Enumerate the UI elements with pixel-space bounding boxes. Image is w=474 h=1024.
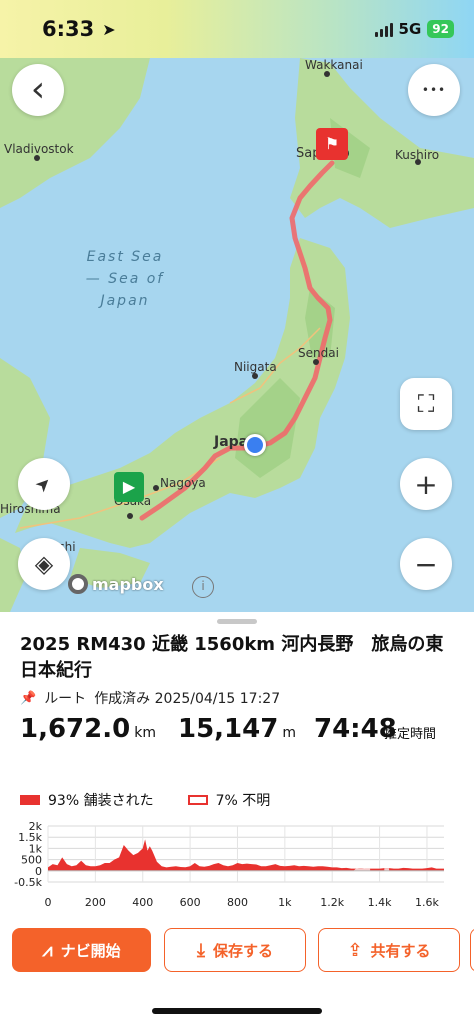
status-time: 6:33 [42,17,95,41]
sea-label-line: Japan [100,293,150,309]
location-arrow-icon: ➤ [102,19,116,39]
route-meta: 📌 ルート 作成済み 2025/04/15 17:27 [20,688,280,708]
legend-unknown-label: 7% 不明 [215,793,271,809]
mapbox-icon [68,574,88,594]
route-created: 作成済み 2025/04/15 17:27 [94,691,281,707]
minus-icon: − [414,547,438,581]
back-button[interactable]: ‹ [12,64,64,116]
y-tick-label: -0.5k [14,876,42,889]
pin-icon: 📌 [20,690,37,706]
fullscreen-button[interactable]: ⛶ [400,378,452,430]
map-label-kushiro: Kushiro [395,148,440,162]
map-label-wakkanai: Wakkanai [305,58,363,72]
start-flag-icon[interactable]: ▶ [114,472,144,502]
legend-paved: 93% 舗装された [20,790,154,810]
x-tick-label: 200 [85,896,106,909]
legend-unknown: 7% 不明 [187,790,271,810]
battery-icon: 92 [427,20,454,38]
download-icon: ⤓ [197,939,205,961]
navigation-arrow-icon: ➤ [31,471,57,497]
end-flag-icon[interactable]: ⚑ [316,128,348,160]
home-indicator [152,1008,322,1014]
route-map[interactable]: Wakkanai Sapporo Kushiro Vladivostok Nii… [0,58,474,612]
layers-button[interactable]: ◈ [18,538,70,590]
more-button[interactable]: ••• [408,64,460,116]
elevation-area [48,839,444,871]
fullscreen-icon: ⛶ [417,390,435,418]
map-label-vladivostok: Vladivostok [4,142,74,156]
ellipsis-icon: ••• [421,83,447,97]
action-bar: ⩘ ナビ開始 ⤓ 保存する ⇪ 共有する [12,928,474,972]
save-label: 保存する [212,941,273,960]
sea-label: East Sea — Sea of Japan [60,246,190,312]
layers-icon: ◈ [34,550,54,578]
map-label-sendai: Sendai [298,346,339,360]
x-tick-label: 400 [132,896,153,909]
sheet-grabber[interactable] [217,619,257,624]
share-label: 共有する [370,941,431,960]
start-navigation-label: ナビ開始 [60,941,121,960]
status-indicators: 5G 92 [374,20,454,38]
zoom-out-button[interactable]: − [400,538,452,590]
map-label-nagoya: Nagoya [160,476,206,490]
map-label-niigata: Niigata [234,360,277,374]
x-tick-label: 1k [278,896,292,909]
zoom-in-button[interactable]: + [400,458,452,510]
legend-paved-label: 93% 舗装された [48,793,154,809]
plus-icon: + [414,467,438,501]
start-navigation-button[interactable]: ⩘ ナビ開始 [12,928,151,972]
x-tick-label: 800 [227,896,248,909]
sea-label-line: — Sea of [85,271,165,287]
x-tick-label: 1.4k [368,896,392,909]
current-location-icon [244,434,266,456]
info-icon[interactable]: i [192,576,214,598]
route-title: 2025 RM430 近畿 1560km 河内長野 旅烏の東日本紀行 [20,634,444,681]
share-button[interactable]: ⇪ 共有する [318,928,460,972]
chevron-left-icon: ‹ [30,69,46,110]
elevation-chart[interactable]: 2k1.5k1k5000-0.5k0 200 400 600 800 1k 1.2k 1.4k… [0,818,474,914]
unknown-swatch [187,795,208,805]
save-button[interactable]: ⤓ 保存する [164,928,306,972]
x-tick-label: 600 [180,896,201,909]
network-type: 5G [398,20,422,38]
share-icon: ⇪ [347,939,363,961]
surface-legend: 93% 舗装された 7% 不明 [20,790,270,810]
x-tick-label: 0 [45,896,52,909]
sea-label-line: East Sea [86,249,164,265]
time-label: 推定時間 [384,727,437,742]
x-tick-label: 1.6k [415,896,439,909]
more-actions-button[interactable] [470,928,474,972]
paved-swatch [20,795,40,805]
x-tick-label: 1.2k [320,896,344,909]
route-type-label: ルート [44,691,87,707]
status-bar: 6:33 ➤ 5G 92 [0,0,474,58]
mapbox-text: mapbox [92,574,164,594]
signal-icon [374,21,393,37]
locate-button[interactable]: ➤ [18,458,70,510]
mapbox-logo: mapbox [68,574,164,594]
navigation-icon: ⩘ [42,939,53,961]
